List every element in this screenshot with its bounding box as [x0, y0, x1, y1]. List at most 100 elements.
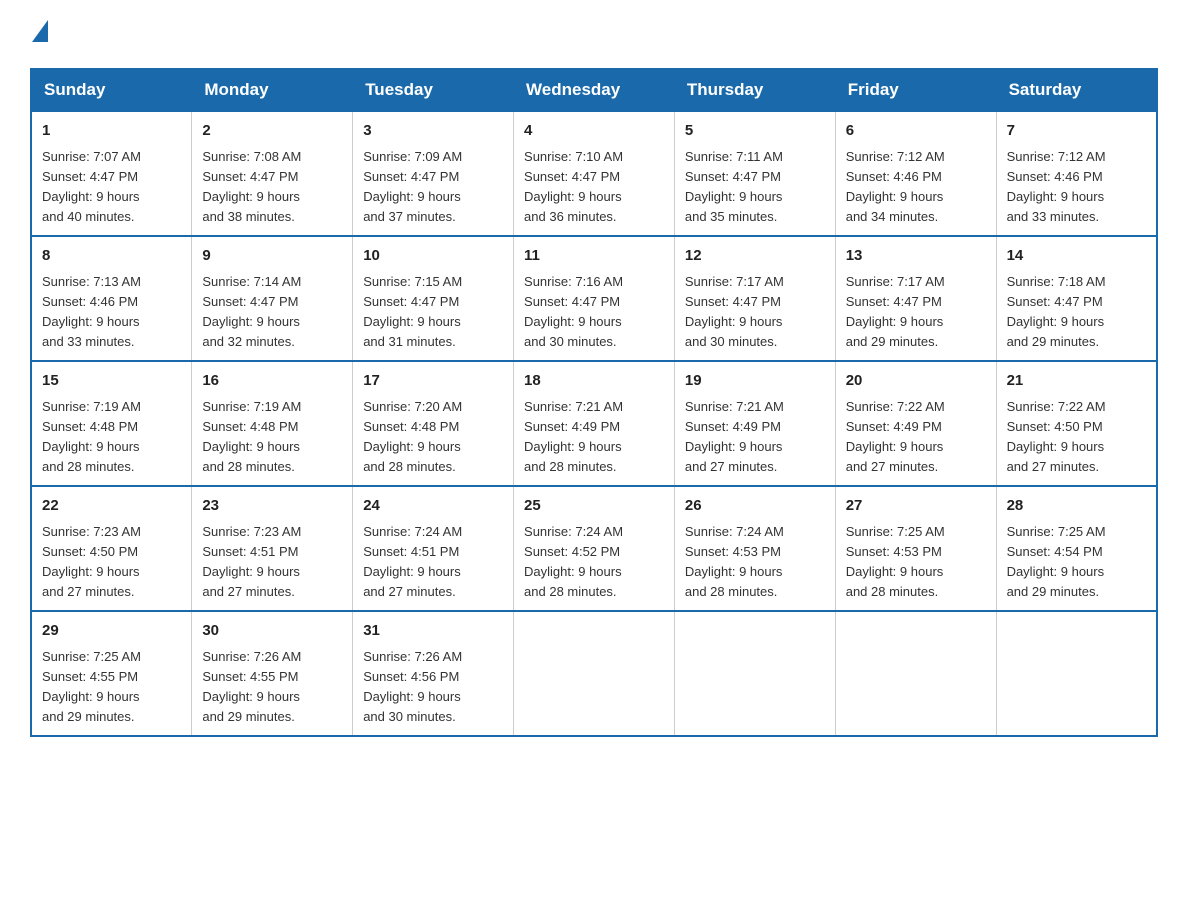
calendar-week-row: 15 Sunrise: 7:19 AM Sunset: 4:48 PM Dayl… [31, 361, 1157, 486]
calendar-day-cell: 17 Sunrise: 7:20 AM Sunset: 4:48 PM Dayl… [353, 361, 514, 486]
calendar-day-cell: 20 Sunrise: 7:22 AM Sunset: 4:49 PM Dayl… [835, 361, 996, 486]
logo-triangle-icon [32, 20, 48, 42]
day-number: 3 [363, 120, 503, 143]
calendar-day-cell: 9 Sunrise: 7:14 AM Sunset: 4:47 PM Dayli… [192, 236, 353, 361]
day-info: Sunrise: 7:25 AM Sunset: 4:53 PM Dayligh… [846, 522, 986, 603]
weekday-header-monday: Monday [192, 69, 353, 111]
day-info: Sunrise: 7:07 AM Sunset: 4:47 PM Dayligh… [42, 147, 181, 228]
day-number: 13 [846, 245, 986, 268]
calendar-day-cell: 1 Sunrise: 7:07 AM Sunset: 4:47 PM Dayli… [31, 111, 192, 236]
day-info: Sunrise: 7:26 AM Sunset: 4:55 PM Dayligh… [202, 647, 342, 728]
day-number: 15 [42, 370, 181, 393]
day-number: 11 [524, 245, 664, 268]
weekday-header-tuesday: Tuesday [353, 69, 514, 111]
calendar-day-cell: 7 Sunrise: 7:12 AM Sunset: 4:46 PM Dayli… [996, 111, 1157, 236]
calendar-header: SundayMondayTuesdayWednesdayThursdayFrid… [31, 69, 1157, 111]
day-info: Sunrise: 7:11 AM Sunset: 4:47 PM Dayligh… [685, 147, 825, 228]
calendar-day-cell [996, 611, 1157, 736]
calendar-day-cell: 25 Sunrise: 7:24 AM Sunset: 4:52 PM Dayl… [514, 486, 675, 611]
day-number: 14 [1007, 245, 1146, 268]
day-number: 1 [42, 120, 181, 143]
day-info: Sunrise: 7:15 AM Sunset: 4:47 PM Dayligh… [363, 272, 503, 353]
weekday-header-thursday: Thursday [674, 69, 835, 111]
calendar-day-cell: 23 Sunrise: 7:23 AM Sunset: 4:51 PM Dayl… [192, 486, 353, 611]
day-info: Sunrise: 7:12 AM Sunset: 4:46 PM Dayligh… [1007, 147, 1146, 228]
calendar-day-cell: 5 Sunrise: 7:11 AM Sunset: 4:47 PM Dayli… [674, 111, 835, 236]
calendar-day-cell: 31 Sunrise: 7:26 AM Sunset: 4:56 PM Dayl… [353, 611, 514, 736]
weekday-header-sunday: Sunday [31, 69, 192, 111]
day-info: Sunrise: 7:08 AM Sunset: 4:47 PM Dayligh… [202, 147, 342, 228]
day-info: Sunrise: 7:23 AM Sunset: 4:51 PM Dayligh… [202, 522, 342, 603]
day-info: Sunrise: 7:26 AM Sunset: 4:56 PM Dayligh… [363, 647, 503, 728]
day-info: Sunrise: 7:19 AM Sunset: 4:48 PM Dayligh… [42, 397, 181, 478]
day-info: Sunrise: 7:12 AM Sunset: 4:46 PM Dayligh… [846, 147, 986, 228]
day-number: 24 [363, 495, 503, 518]
day-number: 22 [42, 495, 181, 518]
calendar-day-cell: 26 Sunrise: 7:24 AM Sunset: 4:53 PM Dayl… [674, 486, 835, 611]
day-number: 2 [202, 120, 342, 143]
day-info: Sunrise: 7:21 AM Sunset: 4:49 PM Dayligh… [524, 397, 664, 478]
weekday-header-row: SundayMondayTuesdayWednesdayThursdayFrid… [31, 69, 1157, 111]
calendar-table: SundayMondayTuesdayWednesdayThursdayFrid… [30, 68, 1158, 737]
calendar-day-cell [674, 611, 835, 736]
day-info: Sunrise: 7:09 AM Sunset: 4:47 PM Dayligh… [363, 147, 503, 228]
day-number: 10 [363, 245, 503, 268]
day-info: Sunrise: 7:17 AM Sunset: 4:47 PM Dayligh… [846, 272, 986, 353]
day-info: Sunrise: 7:22 AM Sunset: 4:50 PM Dayligh… [1007, 397, 1146, 478]
day-info: Sunrise: 7:24 AM Sunset: 4:51 PM Dayligh… [363, 522, 503, 603]
day-number: 5 [685, 120, 825, 143]
day-number: 12 [685, 245, 825, 268]
calendar-day-cell: 4 Sunrise: 7:10 AM Sunset: 4:47 PM Dayli… [514, 111, 675, 236]
calendar-day-cell: 3 Sunrise: 7:09 AM Sunset: 4:47 PM Dayli… [353, 111, 514, 236]
calendar-day-cell: 18 Sunrise: 7:21 AM Sunset: 4:49 PM Dayl… [514, 361, 675, 486]
calendar-day-cell: 13 Sunrise: 7:17 AM Sunset: 4:47 PM Dayl… [835, 236, 996, 361]
calendar-day-cell: 11 Sunrise: 7:16 AM Sunset: 4:47 PM Dayl… [514, 236, 675, 361]
day-number: 28 [1007, 495, 1146, 518]
calendar-week-row: 22 Sunrise: 7:23 AM Sunset: 4:50 PM Dayl… [31, 486, 1157, 611]
calendar-day-cell: 30 Sunrise: 7:26 AM Sunset: 4:55 PM Dayl… [192, 611, 353, 736]
calendar-day-cell [835, 611, 996, 736]
calendar-day-cell: 27 Sunrise: 7:25 AM Sunset: 4:53 PM Dayl… [835, 486, 996, 611]
calendar-week-row: 29 Sunrise: 7:25 AM Sunset: 4:55 PM Dayl… [31, 611, 1157, 736]
day-number: 21 [1007, 370, 1146, 393]
day-number: 17 [363, 370, 503, 393]
day-info: Sunrise: 7:24 AM Sunset: 4:52 PM Dayligh… [524, 522, 664, 603]
calendar-day-cell: 24 Sunrise: 7:24 AM Sunset: 4:51 PM Dayl… [353, 486, 514, 611]
day-info: Sunrise: 7:22 AM Sunset: 4:49 PM Dayligh… [846, 397, 986, 478]
calendar-week-row: 1 Sunrise: 7:07 AM Sunset: 4:47 PM Dayli… [31, 111, 1157, 236]
weekday-header-friday: Friday [835, 69, 996, 111]
logo [30, 20, 48, 48]
calendar-day-cell: 19 Sunrise: 7:21 AM Sunset: 4:49 PM Dayl… [674, 361, 835, 486]
weekday-header-wednesday: Wednesday [514, 69, 675, 111]
day-info: Sunrise: 7:13 AM Sunset: 4:46 PM Dayligh… [42, 272, 181, 353]
calendar-day-cell [514, 611, 675, 736]
day-info: Sunrise: 7:21 AM Sunset: 4:49 PM Dayligh… [685, 397, 825, 478]
calendar-body: 1 Sunrise: 7:07 AM Sunset: 4:47 PM Dayli… [31, 111, 1157, 736]
calendar-day-cell: 28 Sunrise: 7:25 AM Sunset: 4:54 PM Dayl… [996, 486, 1157, 611]
day-number: 18 [524, 370, 664, 393]
calendar-day-cell: 29 Sunrise: 7:25 AM Sunset: 4:55 PM Dayl… [31, 611, 192, 736]
day-info: Sunrise: 7:14 AM Sunset: 4:47 PM Dayligh… [202, 272, 342, 353]
calendar-day-cell: 22 Sunrise: 7:23 AM Sunset: 4:50 PM Dayl… [31, 486, 192, 611]
day-number: 25 [524, 495, 664, 518]
weekday-header-saturday: Saturday [996, 69, 1157, 111]
day-number: 31 [363, 620, 503, 643]
day-info: Sunrise: 7:25 AM Sunset: 4:55 PM Dayligh… [42, 647, 181, 728]
day-info: Sunrise: 7:25 AM Sunset: 4:54 PM Dayligh… [1007, 522, 1146, 603]
calendar-day-cell: 8 Sunrise: 7:13 AM Sunset: 4:46 PM Dayli… [31, 236, 192, 361]
calendar-day-cell: 2 Sunrise: 7:08 AM Sunset: 4:47 PM Dayli… [192, 111, 353, 236]
day-info: Sunrise: 7:18 AM Sunset: 4:47 PM Dayligh… [1007, 272, 1146, 353]
calendar-day-cell: 15 Sunrise: 7:19 AM Sunset: 4:48 PM Dayl… [31, 361, 192, 486]
calendar-day-cell: 10 Sunrise: 7:15 AM Sunset: 4:47 PM Dayl… [353, 236, 514, 361]
day-number: 8 [42, 245, 181, 268]
day-number: 23 [202, 495, 342, 518]
day-info: Sunrise: 7:16 AM Sunset: 4:47 PM Dayligh… [524, 272, 664, 353]
day-number: 16 [202, 370, 342, 393]
day-number: 19 [685, 370, 825, 393]
day-info: Sunrise: 7:24 AM Sunset: 4:53 PM Dayligh… [685, 522, 825, 603]
page-header [30, 20, 1158, 48]
day-number: 9 [202, 245, 342, 268]
day-number: 4 [524, 120, 664, 143]
calendar-day-cell: 16 Sunrise: 7:19 AM Sunset: 4:48 PM Dayl… [192, 361, 353, 486]
day-number: 26 [685, 495, 825, 518]
